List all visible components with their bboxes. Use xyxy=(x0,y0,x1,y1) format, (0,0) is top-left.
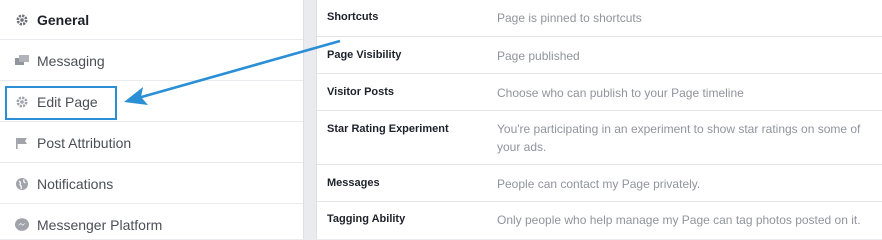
settings-row-page-visibility[interactable]: Page Visibility Page published xyxy=(317,37,882,74)
sidebar-item-label: Messenger Platform xyxy=(37,217,163,233)
sidebar-item-label: Messaging xyxy=(37,52,105,69)
sidebar-item-label: Notifications xyxy=(37,175,114,192)
globe-icon xyxy=(14,176,30,192)
row-value: Only people who help manage my Page can … xyxy=(497,213,861,227)
settings-row-visitor-posts[interactable]: Visitor Posts Choose who can publish to … xyxy=(317,74,882,111)
settings-row-messages[interactable]: Messages People can contact my Page priv… xyxy=(317,165,882,202)
row-label: Tagging Ability xyxy=(327,213,406,225)
row-label: Shortcuts xyxy=(327,11,379,23)
sidebar-item-label: General xyxy=(37,11,90,28)
settings-panel: Shortcuts Page is pinned to shortcuts Pa… xyxy=(316,0,882,239)
page-settings-screen: General Messaging Edit Page Post Attribu… xyxy=(0,0,882,239)
sidebar-item-general[interactable]: General xyxy=(0,0,303,40)
row-value: Page is pinned to shortcuts xyxy=(497,11,642,25)
sidebar-item-label: Post Attribution xyxy=(37,134,132,151)
settings-row-tagging-ability[interactable]: Tagging Ability Only people who help man… xyxy=(317,202,882,239)
settings-row-star-rating-experiment[interactable]: Star Rating Experiment You're participat… xyxy=(317,111,882,165)
sidebar-item-messenger-platform[interactable]: Messenger Platform xyxy=(0,205,303,240)
row-value: People can contact my Page privately. xyxy=(497,177,701,191)
row-label: Star Rating Experiment xyxy=(327,123,449,135)
row-value: Choose who can publish to your Page time… xyxy=(497,86,744,100)
sidebar-item-post-attribution[interactable]: Post Attribution xyxy=(0,123,303,163)
row-value: You're participating in an experiment to… xyxy=(497,122,861,154)
row-label: Visitor Posts xyxy=(327,86,395,98)
sidebar-item-label: Edit Page xyxy=(37,93,98,110)
sidebar-item-edit-page[interactable]: Edit Page xyxy=(0,82,303,122)
sidebar-item-messaging[interactable]: Messaging xyxy=(0,41,303,81)
row-label: Messages xyxy=(327,177,380,189)
messaging-icon xyxy=(14,53,30,69)
settings-row-shortcuts[interactable]: Shortcuts Page is pinned to shortcuts xyxy=(317,0,882,37)
messenger-icon xyxy=(14,217,30,233)
settings-sidebar: General Messaging Edit Page Post Attribu… xyxy=(0,0,304,239)
gear-icon xyxy=(14,12,30,28)
gear-icon xyxy=(14,94,30,110)
row-label: Page Visibility xyxy=(327,49,402,61)
flag-icon xyxy=(14,135,30,151)
row-value: Page published xyxy=(497,49,580,63)
sidebar-item-notifications[interactable]: Notifications xyxy=(0,164,303,204)
